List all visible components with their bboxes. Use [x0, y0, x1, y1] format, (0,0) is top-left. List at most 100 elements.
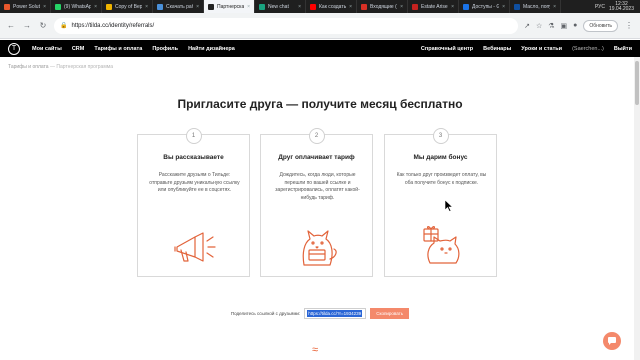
language-indicator[interactable]: РУС: [595, 4, 605, 10]
page-title: Пригласите друга — получите месяц беспла…: [177, 97, 463, 111]
tab-label: Доступы - Goo: [472, 3, 499, 10]
mouse-cursor-icon: [445, 200, 453, 212]
tilda-logo[interactable]: T: [8, 42, 20, 55]
browser-tab[interactable]: Estate Arise • ×: [408, 0, 459, 13]
clock[interactable]: 12:32 19.04.2023: [608, 1, 634, 12]
toolbar-icons: ↗ ☆ ⚗ ▣ ●: [524, 22, 577, 30]
nav-help-center[interactable]: Справочный центр: [421, 46, 473, 52]
address-input[interactable]: 🔒 https://tilda.cc/identity/referrals/: [54, 17, 519, 34]
tab-close-icon[interactable]: ×: [553, 4, 556, 10]
browser-tab[interactable]: Партнерская ×: [204, 0, 255, 13]
logout-link[interactable]: Выйти: [614, 46, 632, 52]
browser-tab[interactable]: (9) WhatsApp×: [51, 0, 102, 13]
tab-label: Как создать ко: [319, 3, 347, 10]
browser-tab[interactable]: Скачать рабо×: [153, 0, 204, 13]
profile-icon[interactable]: ●: [573, 22, 577, 30]
browser-tab[interactable]: Как создать ко×: [306, 0, 357, 13]
step-text: Как только друг произведет оплату, вы об…: [396, 172, 487, 186]
site-header: T Мои сайты CRM Тарифы и оплата Профиль …: [0, 40, 640, 57]
extensions-icon[interactable]: ⚗: [548, 22, 554, 30]
bookmark-star-icon[interactable]: ☆: [536, 22, 542, 30]
cat-with-gift-illustration: [422, 226, 459, 264]
address-url: https://tilda.cc/identity/referrals/: [71, 22, 155, 29]
tab-close-icon[interactable]: ×: [94, 4, 97, 10]
system-tray: РУС 12:32 19.04.2023: [589, 0, 640, 13]
megaphone-illustration: [173, 232, 216, 262]
step-number: 3: [432, 128, 449, 144]
tab-favicon-icon: [208, 3, 214, 10]
scrollbar-thumb[interactable]: [635, 61, 639, 105]
update-browser-button[interactable]: Обновить: [583, 19, 618, 32]
breadcrumb-root[interactable]: Тарифы и оплата: [8, 64, 49, 70]
tab-label: Партнерская: [217, 3, 245, 10]
tab-close-icon[interactable]: ×: [43, 4, 46, 10]
sidebar-icon[interactable]: ▣: [561, 22, 568, 30]
referral-link-text: https://tilda.cc/?r=1934239: [307, 310, 363, 317]
step-text: Расскажите друзьям о Тильде: отправьте д…: [149, 172, 240, 193]
nav-tariffs[interactable]: Тарифы и оплата: [94, 46, 142, 52]
nav-find-designer[interactable]: Найти дизайнера: [188, 46, 235, 52]
browser-tab[interactable]: Входящие (8 4×: [357, 0, 408, 13]
clock-date: 19.04.2023: [608, 5, 634, 12]
tab-favicon-icon: [4, 3, 10, 10]
step-title: Друг оплачивает тариф: [278, 154, 355, 161]
tab-close-icon[interactable]: ×: [247, 4, 250, 10]
share-link-row: Поделитесь ссылкой с друзьями: https://t…: [0, 308, 640, 319]
nav-profile[interactable]: Профиль: [152, 46, 178, 52]
browser-tab[interactable]: New chat ×: [255, 0, 306, 13]
secondary-nav: Справочный центр Вебинары Уроки и статьи…: [421, 46, 632, 52]
share-label: Поделитесь ссылкой с друзьями:: [230, 311, 301, 316]
chat-bubble-icon: [608, 337, 616, 345]
referral-link-input[interactable]: https://tilda.cc/?r=1934239: [304, 308, 367, 319]
browser-tab[interactable]: Доступы - Goo×: [459, 0, 510, 13]
scrollbar[interactable]: [634, 57, 640, 360]
step-number: 1: [185, 128, 202, 144]
nav-my-sites[interactable]: Мои сайты: [32, 46, 62, 52]
tab-close-icon[interactable]: ×: [451, 4, 454, 10]
nav-crm[interactable]: CRM: [72, 46, 85, 52]
tab-label: Power Solution •: [13, 3, 40, 10]
step-card-3: 3 Мы дарим бонус Как только друг произве…: [384, 128, 497, 277]
wave-decoration-icon: ≈: [312, 344, 319, 356]
tab-label: Estate Arise •: [421, 3, 449, 10]
browser-tab[interactable]: Copy of Верно×: [102, 0, 153, 13]
tab-close-icon[interactable]: ×: [502, 4, 505, 10]
nav-webinars[interactable]: Вебинары: [483, 46, 511, 52]
browser-tab[interactable]: Масло, попул×: [510, 0, 561, 13]
back-icon[interactable]: ←: [6, 21, 16, 31]
user-name[interactable]: (Saerchen...): [572, 46, 604, 52]
step-text: Дождитесь, когда люди, которые перешли п…: [275, 172, 360, 201]
cat-with-card-illustration: [302, 230, 337, 266]
step-card-2: 2 Друг оплачивает тариф Дождитесь, когда…: [260, 128, 373, 277]
chat-widget-button[interactable]: [603, 332, 621, 350]
tab-favicon-icon: [412, 3, 418, 10]
tab-favicon-icon: [310, 3, 316, 10]
browser-tab[interactable]: Power Solution •×: [0, 0, 51, 13]
forward-icon[interactable]: →: [22, 21, 32, 31]
tab-label: Масло, попул: [523, 3, 550, 10]
tab-label: New chat: [268, 3, 289, 10]
nav-lessons[interactable]: Уроки и статьи: [521, 46, 562, 52]
tab-label: Входящие (8 4: [370, 3, 397, 10]
tab-close-icon[interactable]: ×: [400, 4, 403, 10]
menu-kebab-icon[interactable]: ⋮: [624, 21, 634, 31]
reload-icon[interactable]: ↻: [38, 21, 48, 31]
tab-close-icon[interactable]: ×: [349, 4, 352, 10]
tab-close-icon[interactable]: ×: [196, 4, 199, 10]
copy-button[interactable]: Скопировать: [370, 308, 410, 319]
tab-favicon-icon: [361, 3, 367, 10]
tab-label: Скачать рабо: [166, 3, 193, 10]
browser-toolbar: ← → ↻ 🔒 https://tilda.cc/identity/referr…: [0, 13, 640, 39]
share-icon[interactable]: ↗: [524, 22, 530, 30]
step-card-1: 1 Вы рассказываете Расскажите друзьям о …: [137, 128, 250, 277]
browser-tab-strip: Power Solution •×(9) WhatsApp×Copy of Ве…: [0, 0, 640, 13]
tab-close-icon[interactable]: ×: [298, 4, 301, 10]
breadcrumb: Тарифы и оплата — Партнерская программа: [8, 64, 113, 70]
tab-favicon-icon: [106, 3, 112, 10]
tab-favicon-icon: [463, 3, 469, 10]
tab-label: Copy of Верно: [115, 3, 142, 10]
step-title: Мы дарим бонус: [413, 154, 468, 161]
tab-close-icon[interactable]: ×: [145, 4, 148, 10]
step-number: 2: [308, 128, 325, 144]
lock-icon: 🔒: [60, 23, 68, 29]
